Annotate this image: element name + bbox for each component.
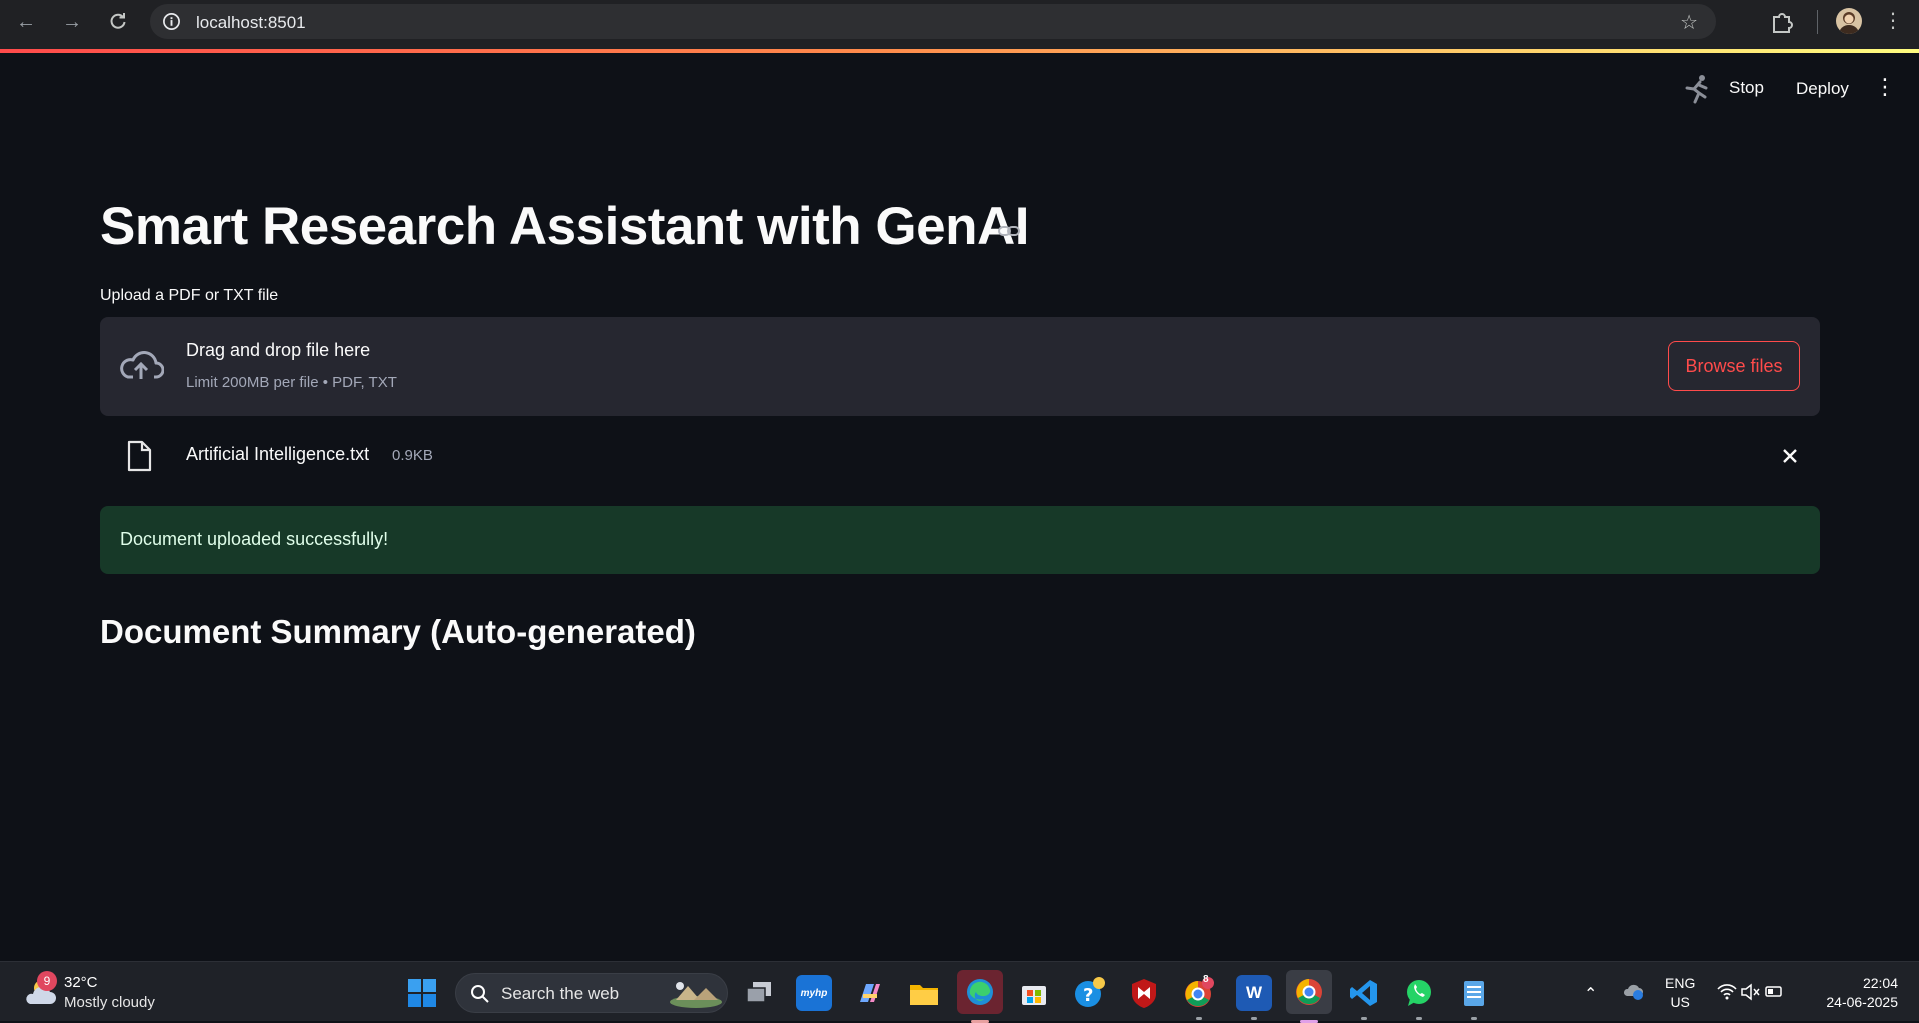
taskbar-clock[interactable]: 22:04 24-06-2025 (1810, 974, 1898, 1012)
help-icon[interactable]: ? (1071, 975, 1107, 1011)
edge-icon[interactable] (957, 970, 1003, 1023)
running-man-icon (1685, 75, 1708, 104)
summary-heading: Document Summary (Auto-generated) (100, 613, 696, 650)
word-icon[interactable]: W (1236, 975, 1272, 1020)
reload-icon[interactable] (104, 8, 132, 36)
weather-badge: 9 (37, 971, 57, 991)
main-menu-icon[interactable]: ⋮ (1874, 75, 1896, 99)
taskbar-search[interactable]: Search the web (455, 973, 728, 1013)
chrome-profile-icon[interactable]: 8 (1181, 974, 1217, 1020)
url-text[interactable]: localhost:8501 (196, 13, 306, 33)
weather-condition[interactable]: Mostly cloudy (64, 994, 155, 1011)
app-header (0, 53, 1919, 123)
uploaded-file-row: Artificial Intelligence.txt 0.9KB (100, 432, 1820, 480)
stop-button[interactable]: Stop (1729, 78, 1764, 98)
uploaded-file-name: Artificial Intelligence.txt (186, 444, 370, 464)
task-view-icon[interactable] (741, 975, 777, 1011)
chrome-profile-badge: 8 (1203, 974, 1209, 985)
success-alert: Document uploaded successfully! (100, 506, 1820, 574)
cloud-upload-icon (120, 351, 164, 379)
system-tray-icons[interactable] (1716, 981, 1784, 1003)
uploaded-file-size: 0.9KB (392, 447, 433, 464)
browse-files-button[interactable]: Browse files (1668, 341, 1800, 391)
whatsapp-icon[interactable] (1401, 975, 1437, 1020)
language-indicator[interactable]: ENG US (1665, 974, 1695, 1012)
browser-menu-icon[interactable]: ⋮ (1883, 8, 1903, 34)
toolbar-divider (1817, 10, 1818, 34)
notepad-icon[interactable] (1456, 975, 1492, 1020)
weather-temperature[interactable]: 32°C (64, 974, 98, 991)
forward-icon[interactable]: → (58, 8, 86, 36)
vscode-icon[interactable] (1346, 975, 1382, 1020)
chevron-up-icon[interactable]: ⌃ (1584, 984, 1597, 1004)
chrome-icon[interactable] (1286, 970, 1332, 1023)
success-message: Document uploaded successfully! (120, 529, 389, 549)
clock-time: 22:04 (1862, 975, 1898, 991)
file-explorer-icon[interactable] (906, 975, 942, 1011)
close-icon[interactable] (1777, 443, 1803, 469)
file-dropzone[interactable]: Drag and drop file here Limit 200MB per … (100, 317, 1820, 416)
search-icon (471, 985, 489, 1003)
taskbar-search-placeholder: Search the web (501, 984, 620, 1003)
microsoft-store-icon[interactable] (1016, 975, 1052, 1011)
site-info-icon[interactable] (162, 12, 181, 31)
dropzone-limit-text: Limit 200MB per file • PDF, TXT (186, 374, 397, 391)
page-title: Smart Research Assistant with GenAI (100, 197, 1029, 256)
region-code: US (1670, 994, 1690, 1010)
search-highlight-art-icon (670, 982, 722, 1008)
windows-taskbar: 9 32°C Mostly cloudy Search the web myhp… (0, 961, 1919, 1023)
back-icon[interactable]: ← (12, 8, 40, 36)
file-icon (127, 440, 152, 472)
profile-avatar[interactable] (1836, 8, 1862, 34)
onedrive-icon[interactable] (1622, 981, 1644, 1001)
extensions-icon[interactable] (1769, 9, 1795, 35)
mcafee-icon[interactable] (1126, 975, 1162, 1011)
copilot-icon[interactable] (851, 975, 887, 1011)
dropzone-title: Drag and drop file here (186, 340, 371, 360)
bookmark-star-icon[interactable]: ☆ (1680, 10, 1698, 35)
clock-date: 24-06-2025 (1826, 994, 1898, 1010)
link-anchor-icon[interactable] (998, 220, 1020, 242)
svg-text:?: ? (1083, 985, 1093, 1006)
myhp-icon[interactable]: myhp (796, 975, 832, 1011)
file-uploader-label: Upload a PDF or TXT file (100, 287, 279, 304)
deploy-button[interactable]: Deploy (1796, 79, 1849, 99)
windows-start-icon[interactable] (407, 978, 437, 1008)
address-bar[interactable]: localhost:8501 ☆ (150, 4, 1716, 39)
browser-toolbar: ← → localhost:8501 ☆ ⋮ (0, 0, 1919, 51)
language-code: ENG (1665, 975, 1696, 991)
